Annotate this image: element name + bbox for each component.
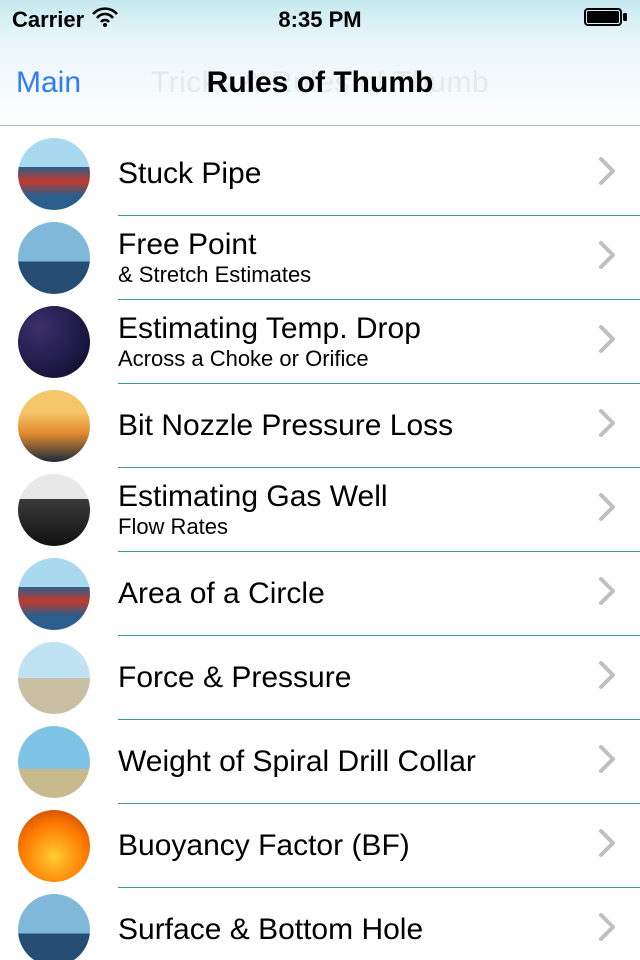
nav-bar: Tricks & Rules of Thumb Main Rules of Th… (0, 40, 640, 126)
item-text: Bit Nozzle Pressure Loss (118, 409, 453, 442)
status-bar: Carrier 8:35 PM (0, 0, 640, 40)
item-body: Bit Nozzle Pressure Loss (118, 384, 640, 468)
item-thumbnail (18, 726, 90, 798)
item-thumbnail (18, 222, 90, 294)
chevron-right-icon (598, 240, 616, 275)
item-title: Area of a Circle (118, 577, 325, 610)
item-subtitle: Flow Rates (118, 515, 388, 539)
item-title: Estimating Temp. Drop (118, 312, 421, 345)
item-text: Stuck Pipe (118, 157, 261, 190)
status-right (584, 7, 628, 33)
list-item[interactable]: Buoyancy Factor (BF) (0, 804, 640, 888)
item-text: Buoyancy Factor (BF) (118, 829, 410, 862)
list-item[interactable]: Free Point& Stretch Estimates (0, 216, 640, 300)
chevron-right-icon (598, 156, 616, 191)
item-subtitle: Across a Choke or Orifice (118, 347, 421, 371)
chevron-right-icon (598, 660, 616, 695)
item-title: Surface & Bottom Hole (118, 913, 423, 946)
item-thumbnail (18, 474, 90, 546)
list-item[interactable]: Area of a Circle (0, 552, 640, 636)
wifi-icon (92, 7, 118, 33)
chevron-right-icon (598, 408, 616, 443)
carrier-label: Carrier (12, 7, 84, 33)
item-thumbnail (18, 390, 90, 462)
back-button[interactable]: Main (16, 66, 81, 100)
battery-icon (584, 7, 628, 33)
item-text: Force & Pressure (118, 661, 351, 694)
item-thumbnail (18, 138, 90, 210)
item-text: Free Point& Stretch Estimates (118, 228, 311, 287)
clock: 8:35 PM (278, 7, 361, 33)
item-body: Stuck Pipe (118, 132, 640, 216)
chevron-right-icon (598, 576, 616, 611)
item-title: Bit Nozzle Pressure Loss (118, 409, 453, 442)
status-left: Carrier (12, 7, 118, 33)
item-title: Buoyancy Factor (BF) (118, 829, 410, 862)
item-text: Estimating Gas WellFlow Rates (118, 480, 388, 539)
item-text: Weight of Spiral Drill Collar (118, 745, 476, 778)
list[interactable]: Stuck Pipe Free Point& Stretch Estimates E… (0, 126, 640, 960)
chevron-right-icon (598, 912, 616, 947)
item-thumbnail (18, 810, 90, 882)
list-item[interactable]: Force & Pressure (0, 636, 640, 720)
item-body: Estimating Temp. DropAcross a Choke or O… (118, 300, 640, 384)
chevron-right-icon (598, 744, 616, 779)
chevron-right-icon (598, 492, 616, 527)
page-title: Rules of Thumb (207, 66, 434, 100)
item-title: Force & Pressure (118, 661, 351, 694)
chevron-right-icon (598, 828, 616, 863)
list-item[interactable]: Estimating Temp. DropAcross a Choke or O… (0, 300, 640, 384)
item-thumbnail (18, 306, 90, 378)
item-body: Free Point& Stretch Estimates (118, 216, 640, 300)
item-text: Surface & Bottom Hole (118, 913, 423, 946)
item-text: Estimating Temp. DropAcross a Choke or O… (118, 312, 421, 371)
item-body: Weight of Spiral Drill Collar (118, 720, 640, 804)
item-body: Surface & Bottom Hole (118, 888, 640, 960)
list-item[interactable]: Weight of Spiral Drill Collar (0, 720, 640, 804)
item-thumbnail (18, 894, 90, 960)
item-title: Stuck Pipe (118, 157, 261, 190)
list-item[interactable]: Estimating Gas WellFlow Rates (0, 468, 640, 552)
item-title: Estimating Gas Well (118, 480, 388, 513)
item-body: Area of a Circle (118, 552, 640, 636)
item-title: Free Point (118, 228, 311, 261)
item-text: Area of a Circle (118, 577, 325, 610)
item-subtitle: & Stretch Estimates (118, 263, 311, 287)
item-body: Force & Pressure (118, 636, 640, 720)
item-thumbnail (18, 558, 90, 630)
chevron-right-icon (598, 324, 616, 359)
item-title: Weight of Spiral Drill Collar (118, 745, 476, 778)
item-thumbnail (18, 642, 90, 714)
item-body: Estimating Gas WellFlow Rates (118, 468, 640, 552)
list-item[interactable]: Surface & Bottom Hole (0, 888, 640, 960)
item-body: Buoyancy Factor (BF) (118, 804, 640, 888)
list-item[interactable]: Bit Nozzle Pressure Loss (0, 384, 640, 468)
list-item[interactable]: Stuck Pipe (0, 132, 640, 216)
